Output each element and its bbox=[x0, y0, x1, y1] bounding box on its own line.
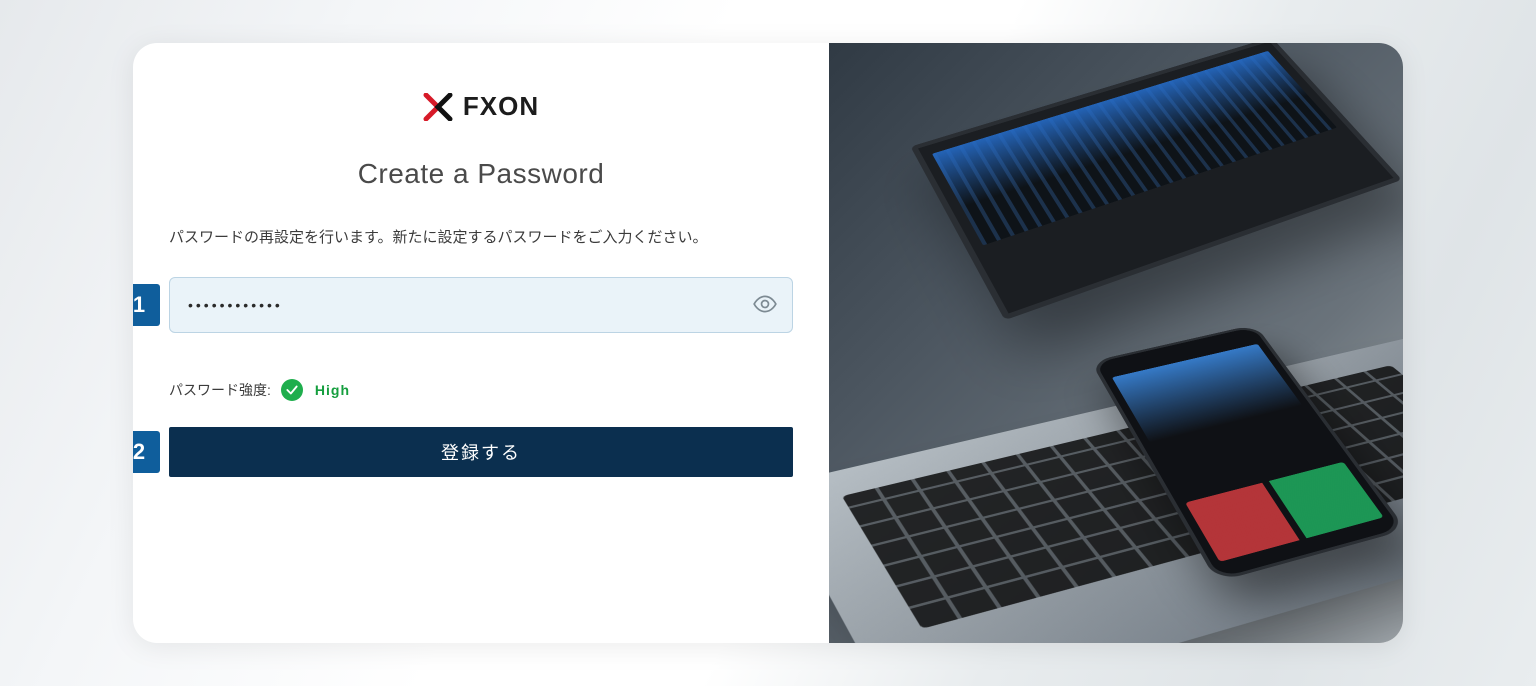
hero-image bbox=[829, 43, 1403, 643]
help-text: パスワードの再設定を行います。新たに設定するパスワードをご入力ください。 bbox=[169, 226, 829, 247]
form-panel: FXON Create a Password パスワードの再設定を行います。新た… bbox=[133, 43, 829, 643]
password-strength-row: パスワード強度: High bbox=[169, 379, 829, 401]
strength-value: High bbox=[315, 382, 350, 398]
brand-name: FXON bbox=[463, 91, 539, 122]
eye-icon bbox=[752, 291, 778, 320]
step-badge-2: 2 bbox=[133, 431, 160, 473]
password-reset-card: FXON Create a Password パスワードの再設定を行います。新た… bbox=[133, 43, 1403, 643]
password-field-row: 1 bbox=[169, 277, 793, 333]
fxon-logo-icon bbox=[423, 93, 453, 121]
step-badge-1: 1 bbox=[133, 284, 160, 326]
page-title: Create a Password bbox=[133, 158, 829, 190]
strength-label: パスワード強度: bbox=[169, 380, 271, 400]
brand-logo: FXON bbox=[133, 91, 829, 122]
check-circle-icon bbox=[281, 379, 303, 401]
toggle-password-visibility-button[interactable] bbox=[751, 291, 779, 319]
submit-row: 2 登録する bbox=[169, 427, 793, 477]
hero-laptop-graphic bbox=[910, 43, 1402, 320]
register-button[interactable]: 登録する bbox=[169, 427, 793, 477]
password-input[interactable] bbox=[169, 277, 793, 333]
